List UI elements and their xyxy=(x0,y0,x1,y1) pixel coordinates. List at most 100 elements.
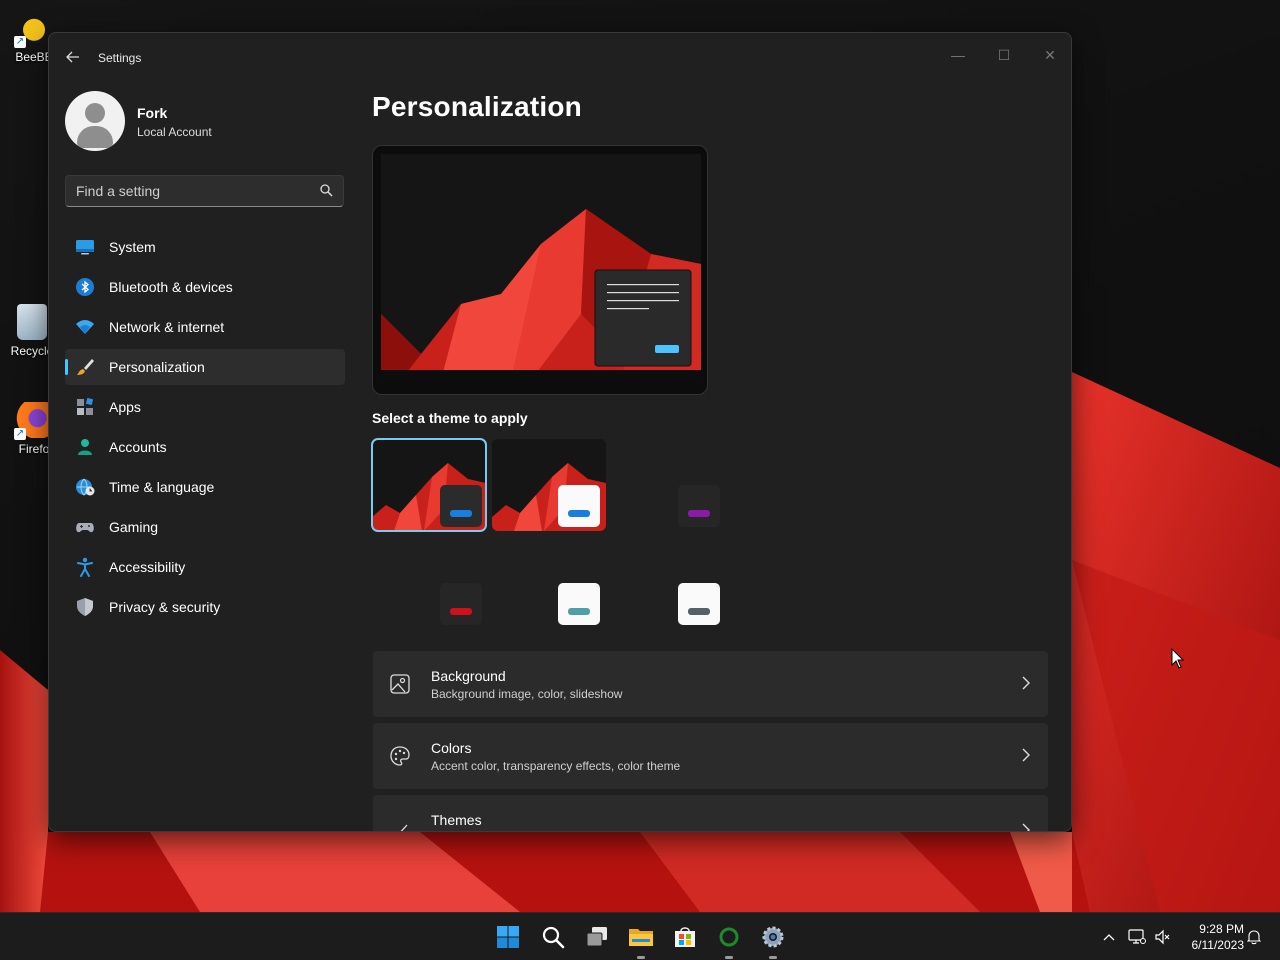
chevron-up-icon xyxy=(1103,934,1115,941)
theme-gallery xyxy=(371,438,732,635)
ring-app-button[interactable] xyxy=(713,921,745,959)
ring-icon xyxy=(719,927,739,947)
shortcut-arrow-icon: ↗ xyxy=(14,428,26,440)
maximize-button[interactable]: ☐ xyxy=(981,39,1027,71)
card-title: Themes xyxy=(431,812,482,828)
accessibility-icon xyxy=(77,557,93,577)
firefox-icon: ↗ xyxy=(14,402,52,440)
sidebar-item-personalization[interactable]: Personalization xyxy=(65,349,345,385)
sidebar-item-label: Accessibility xyxy=(109,559,186,575)
card-description: Accent color, transparency effects, colo… xyxy=(431,759,681,773)
sidebar-item-time-language[interactable]: Time & language xyxy=(65,469,345,505)
theme-window-preview xyxy=(678,485,720,527)
sidebar-item-label: Time & language xyxy=(109,479,215,495)
folder-icon xyxy=(629,929,653,946)
close-button[interactable]: ✕ xyxy=(1027,39,1071,71)
theme-window-preview xyxy=(558,485,600,527)
chevron-right-icon xyxy=(1022,748,1030,762)
gear-icon xyxy=(762,926,784,948)
back-button[interactable] xyxy=(61,45,85,69)
sidebar-item-label: System xyxy=(109,239,156,255)
brush-icon xyxy=(77,359,94,375)
app-title: Settings xyxy=(98,51,142,65)
search-button[interactable] xyxy=(537,921,569,953)
theme-tile-teal-white[interactable] xyxy=(492,537,606,629)
theme-window-preview xyxy=(558,583,600,625)
theme-tile-slate-white[interactable] xyxy=(612,537,726,629)
user-name: Fork xyxy=(137,105,168,121)
preview-wallpaper xyxy=(381,209,701,380)
search-icon xyxy=(542,926,565,949)
volume-button[interactable] xyxy=(1152,913,1174,960)
card-title: Background xyxy=(431,668,506,684)
notifications-button[interactable] xyxy=(1244,913,1264,960)
file-explorer-button[interactable] xyxy=(625,921,657,959)
avatar xyxy=(65,91,125,151)
windows-logo-icon xyxy=(497,926,519,948)
theme-tile-purple[interactable] xyxy=(612,439,726,531)
theme-preview xyxy=(372,145,708,395)
sidebar-item-accounts[interactable]: Accounts xyxy=(65,429,345,465)
desktop-icon-label: Recycle xyxy=(10,344,54,358)
globe-clock-icon xyxy=(76,478,95,496)
wifi-icon xyxy=(76,320,94,334)
sidebar-item-privacy[interactable]: Privacy & security xyxy=(65,589,345,625)
sidebar-item-label: Apps xyxy=(109,399,141,415)
preview-screen xyxy=(381,154,701,380)
close-icon: ✕ xyxy=(1044,46,1056,63)
maximize-icon: ☐ xyxy=(997,46,1011,63)
card-title: Colors xyxy=(431,740,472,756)
minimize-button[interactable]: — xyxy=(935,39,981,71)
sidebar-nav: System Bluetooth & devices Network & int… xyxy=(65,229,345,629)
gamepad-icon xyxy=(76,523,94,533)
network-status-button[interactable] xyxy=(1126,913,1148,960)
theme-tile-red[interactable] xyxy=(372,537,486,629)
image-icon xyxy=(390,674,410,694)
sidebar-item-network[interactable]: Network & internet xyxy=(65,309,345,345)
sidebar-item-label: Personalization xyxy=(109,359,205,375)
system-icon xyxy=(76,240,94,255)
apps-icon xyxy=(77,397,94,415)
sidebar-item-gaming[interactable]: Gaming xyxy=(65,509,345,545)
sidebar-item-accessibility[interactable]: Accessibility xyxy=(65,549,345,585)
bluetooth-icon xyxy=(76,278,94,296)
task-view-icon xyxy=(586,927,607,947)
palette-icon xyxy=(390,746,410,766)
theme-window-preview xyxy=(440,485,482,527)
colors-card[interactable]: Colors Accent color, transparency effect… xyxy=(373,723,1048,789)
task-view-button[interactable] xyxy=(581,921,613,953)
sidebar-item-label: Gaming xyxy=(109,519,159,535)
person-icon xyxy=(78,439,92,455)
start-button[interactable] xyxy=(492,921,524,953)
arrow-left-icon xyxy=(66,51,79,63)
sidebar-item-system[interactable]: System xyxy=(65,229,345,265)
theme-tile-light-red[interactable] xyxy=(492,439,606,531)
search-icon[interactable] xyxy=(320,184,333,197)
search-box[interactable] xyxy=(65,175,344,207)
brush-icon xyxy=(400,824,408,831)
sidebar-item-bluetooth[interactable]: Bluetooth & devices xyxy=(65,269,345,305)
theme-section-label: Select a theme to apply xyxy=(372,410,528,426)
sidebar-item-apps[interactable]: Apps xyxy=(65,389,345,425)
show-hidden-icons-button[interactable] xyxy=(1098,913,1120,960)
store-button[interactable] xyxy=(669,921,701,953)
sidebar-item-label: Bluetooth & devices xyxy=(109,279,233,295)
bee-icon: ↗ xyxy=(14,10,52,48)
clock[interactable]: 9:28 PM 6/11/2023 xyxy=(1178,921,1245,953)
notification-bell-icon xyxy=(1247,930,1261,945)
clock-date: 6/11/2023 xyxy=(1191,938,1245,952)
theme-tile-dark-red[interactable] xyxy=(371,438,487,532)
title-bar: Settings — ☐ ✕ xyxy=(49,33,1071,81)
settings-button[interactable] xyxy=(757,921,789,959)
chevron-right-icon xyxy=(1022,823,1030,831)
avatar-body xyxy=(77,126,113,148)
running-indicator xyxy=(637,956,645,959)
desktop-icon-label: Firefo xyxy=(18,442,50,456)
themes-card[interactable]: Themes xyxy=(373,795,1048,831)
chevron-right-icon xyxy=(1022,676,1030,690)
taskbar: 9:28 PM 6/11/2023 xyxy=(0,912,1280,960)
background-card[interactable]: Background Background image, color, slid… xyxy=(373,651,1048,717)
avatar-head xyxy=(85,103,105,123)
search-input[interactable] xyxy=(76,176,306,206)
theme-window-preview xyxy=(678,583,720,625)
